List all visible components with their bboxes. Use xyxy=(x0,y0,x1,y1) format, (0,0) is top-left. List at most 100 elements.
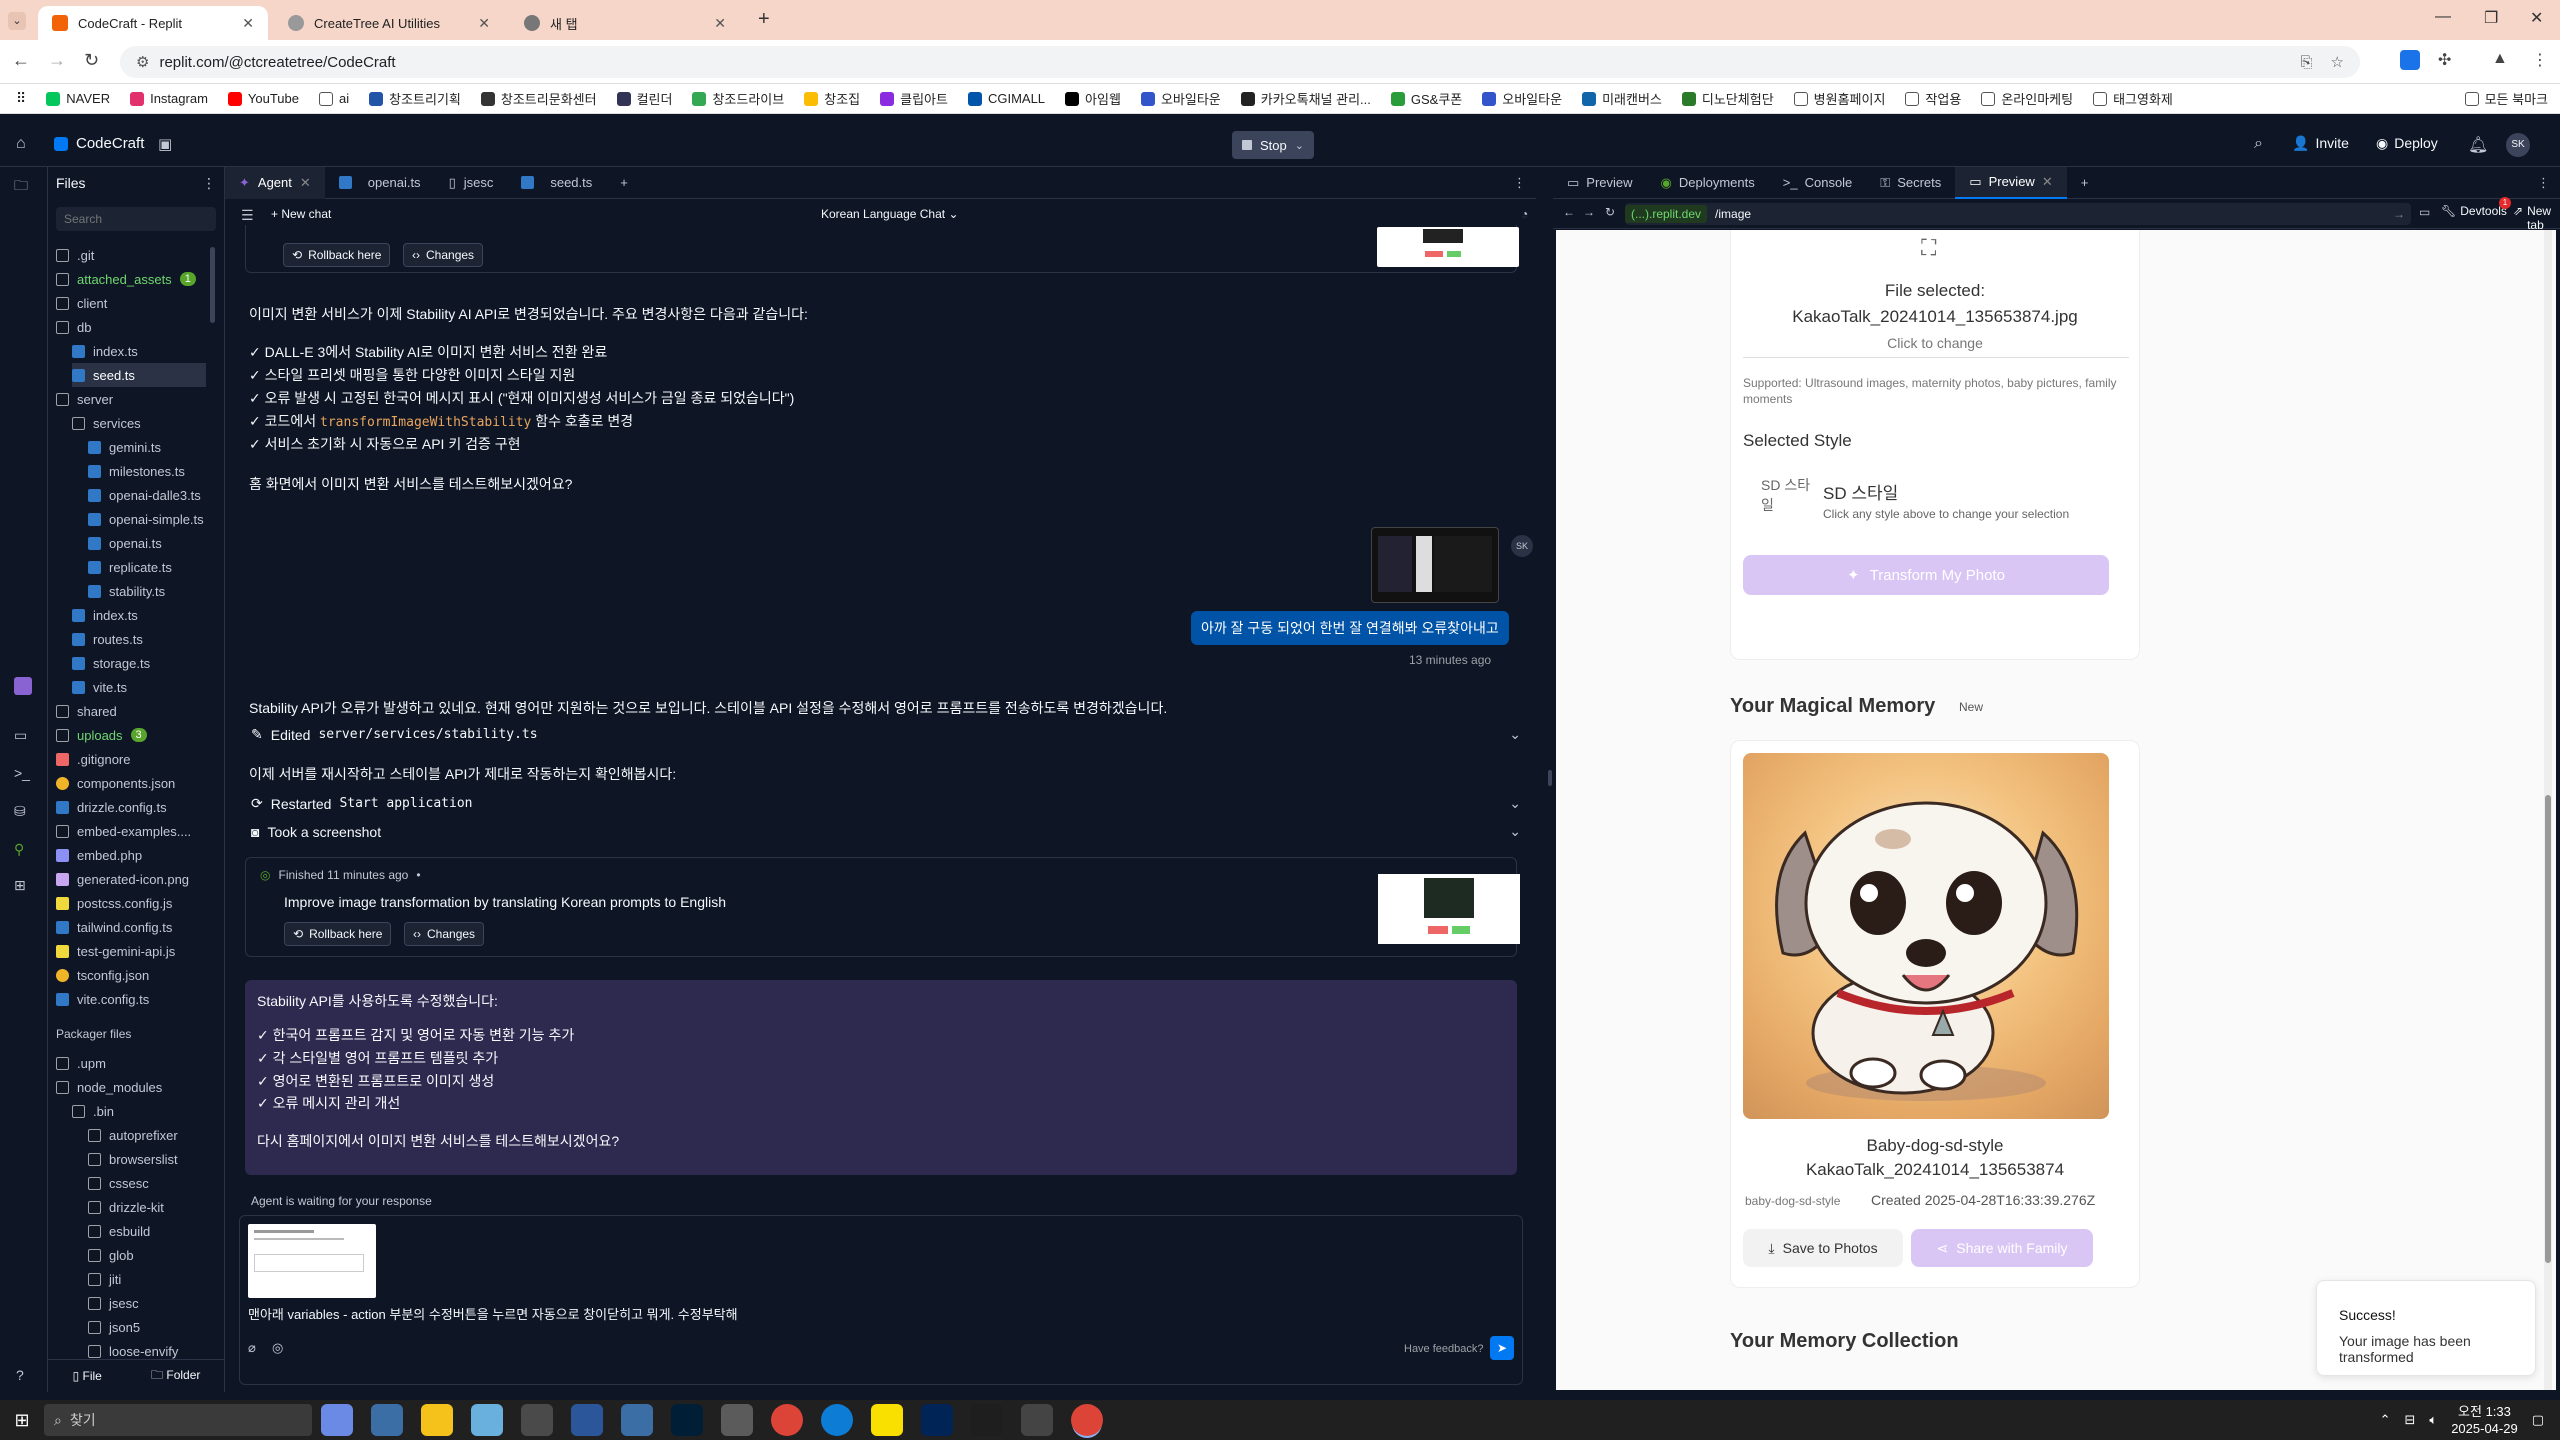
clock[interactable]: 오전 1:33 2025-04-29 xyxy=(2451,1403,2518,1437)
invite-button[interactable]: 👤 Invite xyxy=(2292,135,2349,152)
kakaotalk-icon[interactable] xyxy=(871,1404,903,1436)
help-icon[interactable]: ? xyxy=(16,1367,24,1383)
checkpoint-thumbnail[interactable] xyxy=(1377,227,1519,267)
powershell-icon[interactable] xyxy=(921,1404,953,1436)
file-item[interactable]: vite.ts xyxy=(72,675,206,699)
taskbar-search[interactable]: ⌕ 찾기 xyxy=(44,1404,312,1436)
close-tab-icon[interactable]: ✕ xyxy=(300,175,311,191)
folder-item[interactable]: server xyxy=(56,387,206,411)
rollback-button[interactable]: ⟲ Rollback here xyxy=(283,243,391,267)
result-image[interactable] xyxy=(1743,753,2109,1119)
network-icon[interactable]: ⊟ xyxy=(2404,1412,2415,1428)
screenshot-action[interactable]: ◙ Took a screenshot ⌄ xyxy=(251,823,1521,840)
packager-item[interactable]: jsesc xyxy=(88,1291,139,1315)
new-chat-button[interactable]: + New chat xyxy=(271,207,331,221)
edge-icon[interactable] xyxy=(821,1404,853,1436)
close-tab-icon[interactable]: ✕ xyxy=(714,15,726,32)
file-item[interactable]: test-gemini-api.js xyxy=(56,939,206,963)
notifications-icon[interactable]: ▢ xyxy=(2532,1412,2544,1428)
app-icon[interactable] xyxy=(471,1404,503,1436)
add-tab-icon[interactable]: + xyxy=(2067,167,2103,199)
back-icon[interactable]: ← xyxy=(1563,205,1575,219)
all-bookmarks[interactable]: 모든 북마크 xyxy=(2464,89,2548,108)
packager-item[interactable]: jiti xyxy=(88,1267,121,1291)
bookmark-item[interactable]: 클립아트 xyxy=(880,89,948,108)
packager-item[interactable]: browserslist xyxy=(88,1147,178,1171)
file-item[interactable]: postcss.config.js xyxy=(56,891,206,915)
mention-icon[interactable]: ◎ xyxy=(272,1340,283,1356)
extension-icon[interactable] xyxy=(2400,50,2420,70)
packager-item[interactable]: json5 xyxy=(88,1315,140,1339)
file-item[interactable]: seed.ts xyxy=(72,363,206,387)
folder-item[interactable]: services xyxy=(72,411,206,435)
new-tab-icon[interactable]: + xyxy=(758,8,770,31)
rollback-button[interactable]: ⟲ Rollback here xyxy=(284,922,392,946)
file-item[interactable]: replicate.ts xyxy=(88,555,206,579)
home-icon[interactable]: ⌂ xyxy=(16,135,26,153)
back-icon[interactable]: ← xyxy=(12,50,30,71)
bookmark-item[interactable]: 창조드라이브 xyxy=(692,89,784,108)
file-item[interactable]: vite.config.ts xyxy=(56,987,206,1011)
all-tools-icon[interactable]: ⊞ xyxy=(14,877,26,894)
bookmark-item[interactable]: NAVER xyxy=(46,91,110,106)
bookmark-item[interactable]: 작업용 xyxy=(1905,89,1961,108)
new-file-button[interactable]: ▯ File xyxy=(73,1369,102,1383)
forward-icon[interactable]: → xyxy=(1583,205,1595,219)
tab-jsesc[interactable]: ▯ jsesc xyxy=(435,167,508,199)
extensions-puzzle-icon[interactable]: ✣ xyxy=(2438,50,2451,70)
bookmark-item[interactable]: CGIMALL xyxy=(967,91,1045,106)
click-to-change-link[interactable]: Click to change xyxy=(1731,335,2139,351)
files-search-input[interactable] xyxy=(56,207,216,231)
chrome-active-icon[interactable] xyxy=(1071,1404,1103,1436)
close-tab-icon[interactable]: ✕ xyxy=(478,15,490,32)
chat-input-text[interactable]: 맨아래 variables - action 부분의 수정버튼을 누르면 자동으… xyxy=(248,1304,738,1323)
user-attachment-thumbnail[interactable] xyxy=(1371,527,1499,603)
file-item[interactable]: milestones.ts xyxy=(88,459,206,483)
avatar[interactable]: SK xyxy=(2506,133,2530,157)
tab-secrets[interactable]: ⚿ Secrets xyxy=(1866,167,1955,199)
file-item[interactable]: openai-simple.ts xyxy=(88,507,206,531)
shell-tool-icon[interactable]: >_ xyxy=(14,765,30,781)
photoshop-icon[interactable] xyxy=(671,1404,703,1436)
tab-seed[interactable]: seed.ts xyxy=(507,167,606,199)
stop-button[interactable]: Stop ⌄ xyxy=(1232,131,1314,159)
changes-button[interactable]: ‹› Changes xyxy=(404,922,485,946)
minimize-icon[interactable]: — xyxy=(2435,8,2451,26)
bookmark-item[interactable]: 디노단체험단 xyxy=(1681,89,1774,108)
packager-item[interactable]: .bin xyxy=(72,1099,114,1123)
tab-deployments[interactable]: ◉ Deployments xyxy=(1647,167,1769,199)
edited-file-action[interactable]: ✎ Edited server/services/stability.ts ⌄ xyxy=(251,726,1521,743)
packager-item[interactable]: glob xyxy=(88,1243,134,1267)
app-icon[interactable] xyxy=(521,1404,553,1436)
close-window-icon[interactable]: ✕ xyxy=(2530,8,2543,28)
tray-chevron-icon[interactable]: ⌃ xyxy=(2380,1412,2391,1428)
close-tab-icon[interactable]: ✕ xyxy=(2042,174,2053,190)
bookmark-item[interactable]: GS&쿠폰 xyxy=(1390,89,1462,108)
site-info-icon[interactable]: ⚙ xyxy=(136,53,149,71)
chat-settings-icon[interactable]: ◔ xyxy=(1521,207,1528,221)
browser-menu-icon[interactable]: ⋮ xyxy=(2532,50,2548,70)
file-item[interactable]: index.ts xyxy=(72,339,206,363)
transform-photo-button[interactable]: ✦ Transform My Photo xyxy=(1743,555,2109,595)
file-item[interactable]: tailwind.config.ts xyxy=(56,915,206,939)
preview-url-input[interactable]: (...).replit.dev /image → xyxy=(1625,203,2411,225)
close-tab-icon[interactable]: ✕ xyxy=(242,15,254,32)
file-item[interactable]: storage.ts xyxy=(72,651,206,675)
preview-tool-icon[interactable]: ▭ xyxy=(14,727,27,744)
open-icon[interactable]: → xyxy=(2393,207,2405,221)
tab-agent[interactable]: ✦ Agent ✕ xyxy=(225,166,325,199)
bookmark-item[interactable]: ai xyxy=(319,91,349,106)
checkpoint-thumbnail[interactable] xyxy=(1378,874,1520,944)
files-tool-icon[interactable]: 🗀 xyxy=(14,175,28,199)
bookmark-item[interactable]: 오바일타운 xyxy=(1140,89,1221,108)
packager-item[interactable]: esbuild xyxy=(88,1219,150,1243)
windows-start-icon[interactable]: ⊞ xyxy=(0,1410,44,1431)
browser-tab-createtree[interactable]: CreateTree AI Utilities ✕ xyxy=(274,6,504,40)
tab-preview-active[interactable]: ▭ Preview ✕ xyxy=(1955,166,2067,199)
browser-tab-replit[interactable]: CodeCraft - Replit ✕ xyxy=(38,6,268,40)
packager-item[interactable]: autoprefixer xyxy=(88,1123,178,1147)
bookmark-item[interactable]: 창조집 xyxy=(804,89,860,108)
bookmark-item[interactable]: 아임웹 xyxy=(1065,89,1121,108)
file-item[interactable]: routes.ts xyxy=(72,627,206,651)
pane-menu-icon[interactable]: ⋮ xyxy=(1513,175,1526,191)
